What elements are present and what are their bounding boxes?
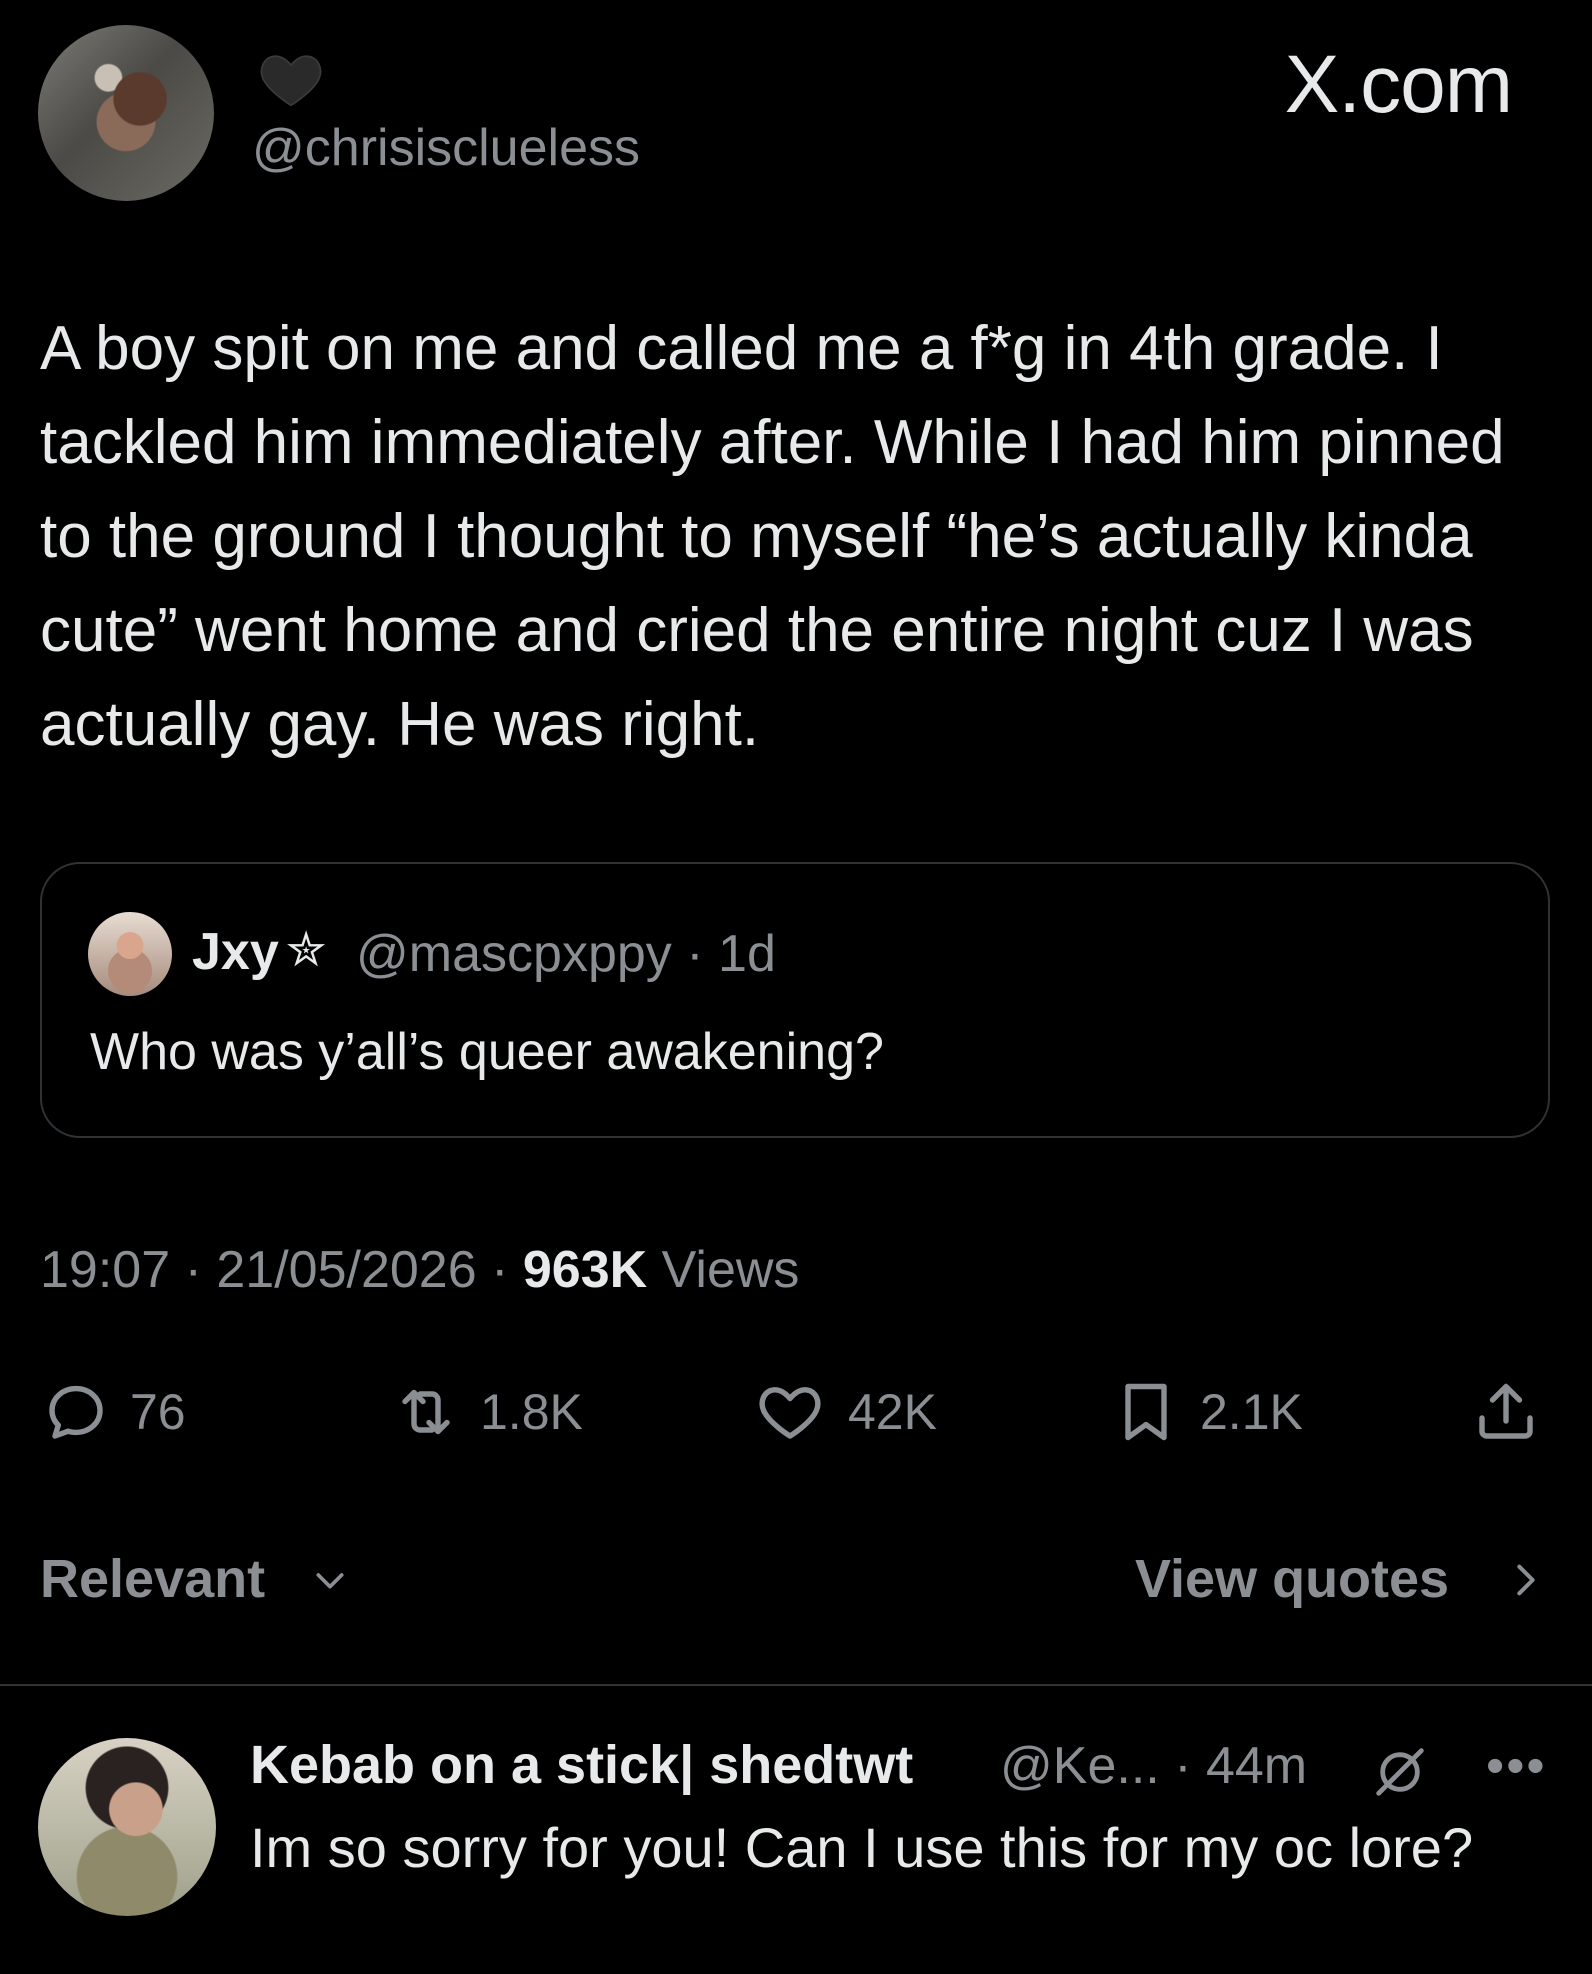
author-handle[interactable]: @chrisisclueless [252,118,640,178]
author-avatar[interactable] [38,25,214,201]
star-icon: ✮ [286,924,327,977]
views-count: 963K [522,1241,648,1299]
quoted-author-handle: @mascpxppy [356,925,672,983]
tweet-date: 21/05/2026 [216,1241,477,1299]
quoted-tweet-age: 1d [718,925,776,983]
sort-relevant-button[interactable]: Relevant [40,1548,265,1610]
bookmark-button[interactable]: 2.1K [1110,1372,1303,1452]
separator-dot: · [491,1241,509,1299]
tweet-metadata: 19:07 · 21/05/2026 · 963K Views [40,1240,799,1300]
reply-text: Im so sorry for you! Can I use this for … [250,1816,1474,1879]
tweet-time: 19:07 [40,1241,171,1299]
reply-button[interactable]: 76 [40,1372,186,1452]
chevron-right-icon [1517,1564,1535,1596]
reply-author-meta: @Ke... · 44m [1000,1736,1307,1796]
separator-dot: · [686,925,704,983]
view-quotes-link[interactable]: View quotes [1135,1548,1449,1610]
share-icon [1479,1383,1533,1439]
repost-icon [402,1389,450,1435]
black-heart-icon [260,55,322,107]
tweet-text: A boy spit on me and called me a f*g in … [40,314,1505,759]
reply-author-handle: @Ke... [1000,1737,1160,1795]
like-count: 42K [848,1384,937,1440]
bookmark-count: 2.1K [1200,1384,1303,1440]
quoted-author-avatar [88,912,172,996]
reply-author-name[interactable]: Kebab on a stick| shedtwt [250,1734,913,1796]
more-options-icon[interactable]: ••• [1486,1736,1547,1796]
separator-dot: · [1174,1737,1192,1795]
repost-button[interactable]: 1.8K [390,1372,583,1452]
reply-age: 44m [1205,1737,1308,1795]
quoted-tweet-card[interactable] [40,862,1550,1138]
reply-author-avatar[interactable] [38,1738,216,1916]
brand-watermark: X.com [1284,39,1513,130]
bookmark-icon [1125,1383,1167,1441]
share-button[interactable] [1468,1372,1544,1452]
quoted-author-name: Jxy [192,923,279,981]
chevron-down-icon [316,1573,344,1589]
like-button[interactable]: 42K [750,1372,937,1452]
separator-dot: · [184,1241,202,1299]
quoted-author-meta: @mascpxppy · 1d [356,924,776,984]
reply-count: 76 [130,1384,186,1440]
repost-count: 1.8K [480,1384,583,1440]
views-label: Views [661,1241,800,1299]
grok-icon[interactable] [1368,1740,1432,1804]
quoted-tweet-text: Who was y’all’s queer awakening? [90,1023,884,1081]
divider [0,1684,1592,1686]
heart-icon [759,1387,821,1439]
reply-icon [49,1385,103,1439]
